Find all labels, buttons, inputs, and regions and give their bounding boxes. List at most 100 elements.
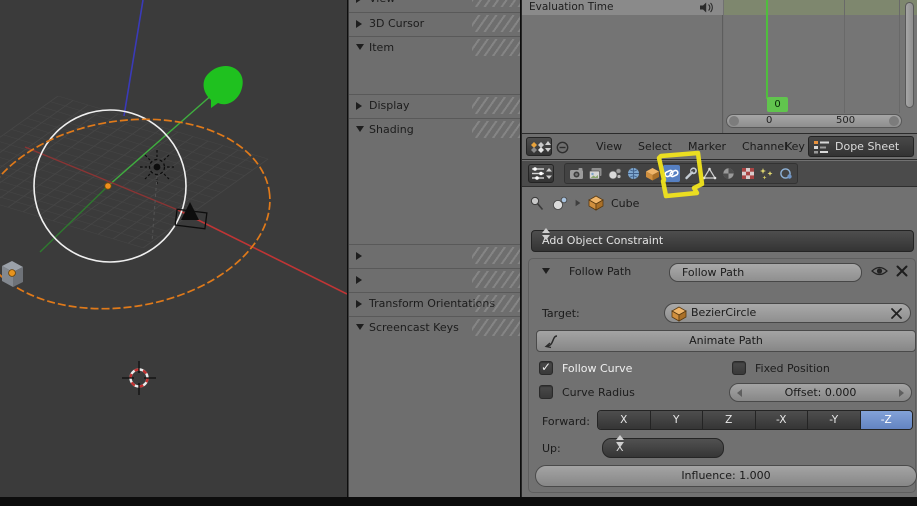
pin-icon[interactable] <box>530 196 544 211</box>
mesh-data-icon <box>702 167 717 180</box>
menu-channel[interactable]: Channel <box>742 140 787 153</box>
stepper-arrows-icon <box>616 435 624 447</box>
expand-right-icon <box>356 0 362 3</box>
constraint-name-field[interactable]: Follow Path <box>669 263 862 282</box>
follow-curve-checkbox[interactable] <box>539 360 553 375</box>
panel-header-shading[interactable]: Shading <box>349 118 520 140</box>
3d-viewport[interactable] <box>0 0 347 497</box>
material-sphere-icon <box>723 168 734 179</box>
scene-datablock-icon[interactable] <box>551 196 568 211</box>
panel-header-screencast-keys[interactable]: Screencast Keys <box>349 316 520 338</box>
panel-label: 3D Cursor <box>369 17 425 30</box>
frame-gridline <box>844 0 845 113</box>
panel-header-view[interactable]: View <box>349 0 520 9</box>
frame-gridline <box>899 0 900 113</box>
menu-select[interactable]: Select <box>638 140 672 153</box>
tab-particles[interactable] <box>758 165 775 182</box>
follow-path-constraint-panel: Follow Path Follow Path Target: BezierCi… <box>528 258 917 493</box>
clear-target-icon[interactable] <box>890 307 903 320</box>
scrollbar-cap[interactable] <box>889 116 899 126</box>
dope-sheet-header: View Select Marker Channel Key Dope Shee… <box>522 133 917 160</box>
breadcrumb-object-name[interactable]: Cube <box>611 197 639 210</box>
tab-object[interactable] <box>644 165 661 182</box>
tab-constraints[interactable] <box>663 165 680 182</box>
delete-constraint-icon[interactable] <box>895 264 909 278</box>
slider-left-arrow-icon[interactable] <box>737 389 742 397</box>
editor-type-button[interactable] <box>528 164 554 183</box>
up-axis-dropdown[interactable]: X <box>602 435 724 458</box>
menu-key[interactable]: Key <box>785 140 805 153</box>
curve-radius-label: Curve Radius <box>562 386 635 399</box>
offset-slider[interactable]: Offset: 0.000 <box>729 383 912 402</box>
animate-path-button[interactable]: Animate Path <box>536 330 916 352</box>
scroll-range-start: 0 <box>766 115 773 126</box>
current-frame-line[interactable] <box>766 0 768 99</box>
stepper-arrows-icon <box>542 228 550 240</box>
dope-sheet-editor[interactable]: Evaluation Time 0 0 500 <box>522 0 917 133</box>
forward-axis-x[interactable]: X <box>598 411 651 429</box>
expand-right-icon <box>356 276 362 284</box>
tab-world[interactable] <box>625 165 642 182</box>
forward-axis-neg-z[interactable]: -Z <box>860 411 912 429</box>
leaf-object[interactable] <box>203 65 243 108</box>
path-cube-object[interactable] <box>2 261 23 287</box>
bezier-circle-path[interactable] <box>0 99 284 329</box>
tab-render[interactable] <box>568 165 585 182</box>
animate-path-label: Animate Path <box>689 334 763 347</box>
forward-axis-neg-x[interactable]: -X <box>755 411 808 429</box>
expand-down-icon <box>356 126 364 132</box>
tab-render-layers[interactable] <box>587 165 604 182</box>
tab-object-data[interactable] <box>701 165 718 182</box>
collapse-panel-icon[interactable] <box>542 268 550 274</box>
tab-physics[interactable] <box>777 165 794 182</box>
dope-sheet-timeline[interactable]: 0 0 500 <box>724 0 917 133</box>
object-cube-icon <box>671 306 687 322</box>
properties-header <box>522 161 917 187</box>
viewport-canvas <box>0 0 347 395</box>
3d-cursor-icon <box>122 361 156 395</box>
tab-scene[interactable] <box>606 165 623 182</box>
panel-header-transform-orientations[interactable]: Transform Orientations <box>349 292 520 314</box>
up-label: Up: <box>542 442 561 455</box>
dope-sheet-channels[interactable]: Evaluation Time <box>522 0 723 133</box>
tab-material[interactable] <box>720 165 737 182</box>
editor-type-button[interactable] <box>526 137 552 156</box>
panel-header-background-images[interactable] <box>349 268 520 290</box>
panel-label: Transform Orientations <box>369 297 496 310</box>
panel-label: View <box>369 0 395 9</box>
menu-view[interactable]: View <box>596 140 622 153</box>
expand-right-icon <box>356 102 362 110</box>
channel-row[interactable]: Evaluation Time <box>522 0 723 15</box>
panel-header-motion-tracking[interactable] <box>349 244 520 266</box>
influence-slider[interactable]: Influence: 1.000 <box>535 465 917 487</box>
fixed-position-checkbox[interactable] <box>732 361 746 375</box>
scrollbar-cap[interactable] <box>729 116 739 126</box>
menu-marker[interactable]: Marker <box>688 140 726 153</box>
timeline-horizontal-scrollbar[interactable]: 0 500 <box>726 114 902 128</box>
wrench-icon <box>685 167 697 180</box>
dope-sheet-mini-icon <box>814 141 829 154</box>
timeline-vertical-scrollbar[interactable] <box>905 2 914 108</box>
forward-axis-neg-y[interactable]: -Y <box>808 411 861 429</box>
dope-sheet-mode-selector[interactable]: Dope Sheet <box>808 136 914 157</box>
expand-right-icon <box>356 252 362 260</box>
object-cube-icon <box>646 167 659 180</box>
curve-radius-checkbox[interactable] <box>539 385 553 399</box>
tab-modifiers[interactable] <box>682 165 699 182</box>
offset-value: Offset: 0.000 <box>784 386 857 399</box>
bottom-border-strip <box>0 497 917 506</box>
forward-axis-z[interactable]: Z <box>703 411 756 429</box>
slider-right-arrow-icon[interactable] <box>899 389 904 397</box>
target-object-field[interactable]: BezierCircle <box>664 303 911 323</box>
breadcrumb: Cube <box>530 194 639 212</box>
add-constraint-button[interactable]: Add Object Constraint <box>531 228 914 252</box>
editor-mode-label: Dope Sheet <box>835 140 900 153</box>
panel-header-display[interactable]: Display <box>349 94 520 116</box>
speaker-icon[interactable] <box>699 2 713 13</box>
tab-texture[interactable] <box>739 165 756 182</box>
forward-axis-y[interactable]: Y <box>650 411 703 429</box>
eye-visibility-icon[interactable] <box>871 265 888 277</box>
pin-toggle-icon[interactable] <box>556 141 569 154</box>
panel-header-3d-cursor[interactable]: 3D Cursor <box>349 12 520 34</box>
panel-header-item[interactable]: Item <box>349 36 520 58</box>
